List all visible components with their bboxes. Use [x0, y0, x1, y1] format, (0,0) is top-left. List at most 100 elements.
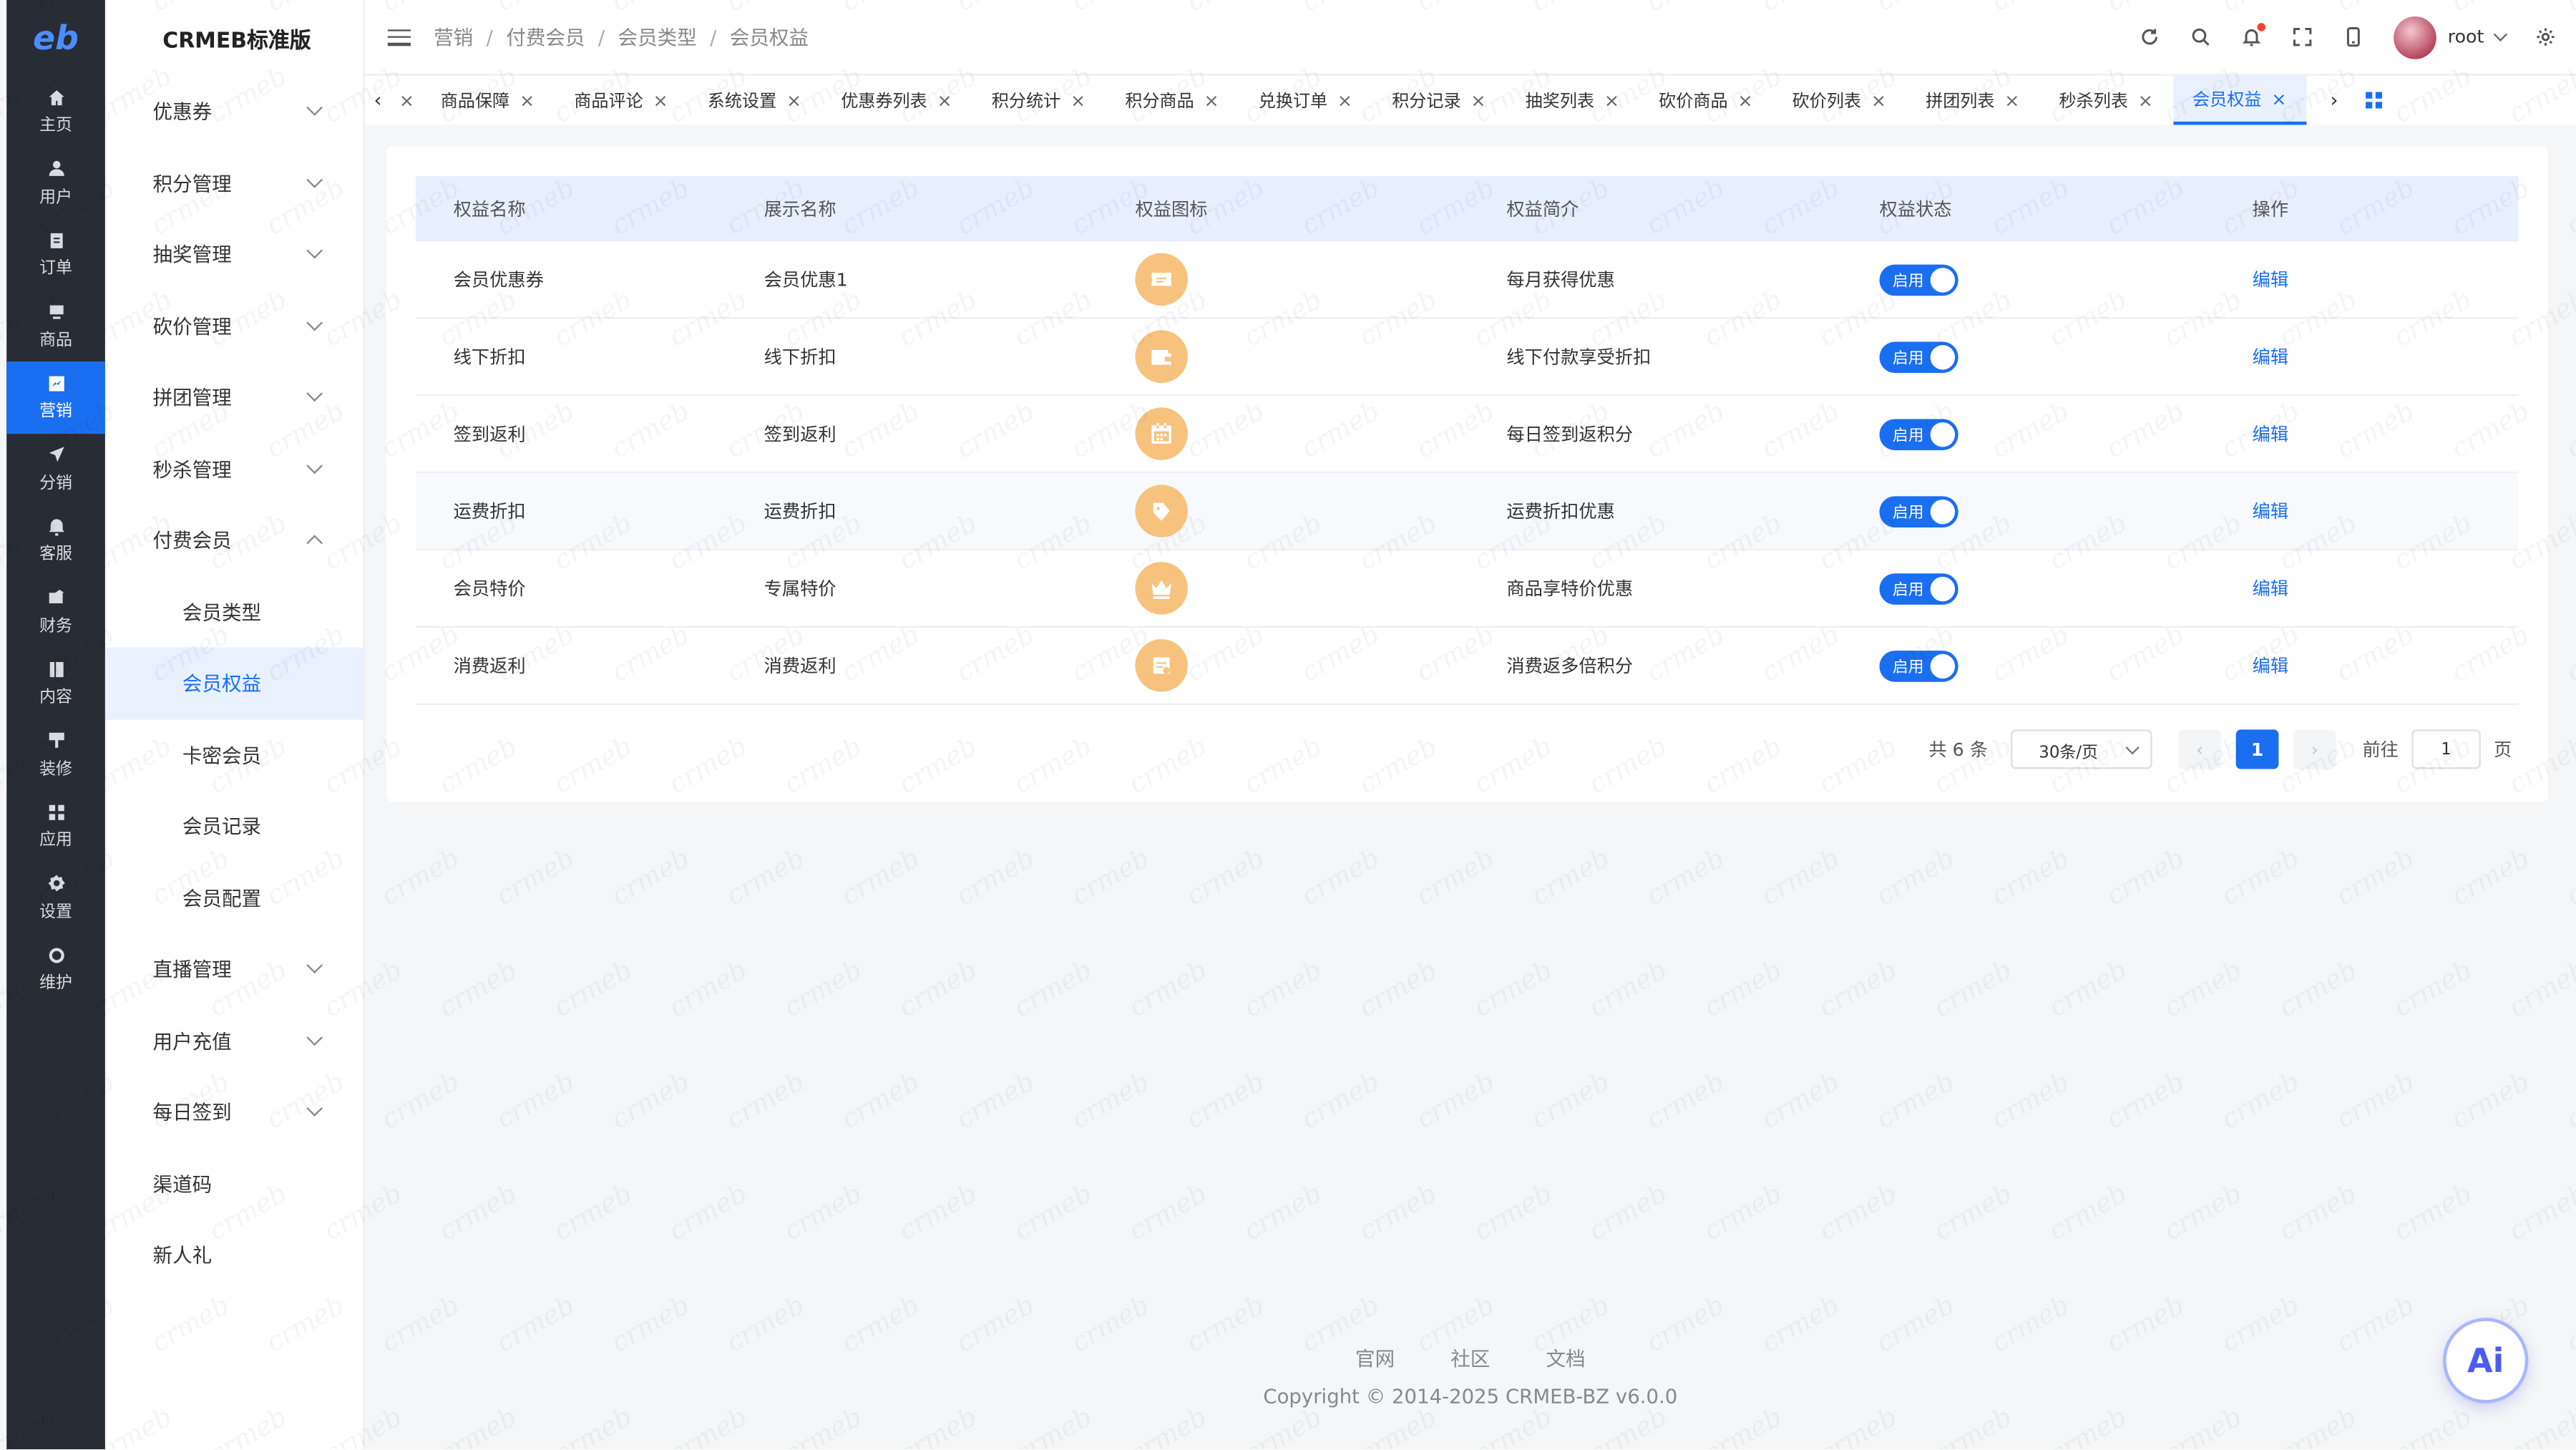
- main-nav-rail: eb 主页 用户 订单 商品 营销 分销 客服 财务 内容 装修 应用 设置 维护: [6, 0, 105, 1449]
- rail-item-distribution[interactable]: 分销: [6, 433, 105, 505]
- edit-link[interactable]: 编辑: [2253, 346, 2289, 368]
- footer-link-official[interactable]: 官网: [1355, 1344, 1395, 1372]
- submenu-item[interactable]: 用户充值: [105, 1005, 363, 1076]
- rail-item-product[interactable]: 商品: [6, 290, 105, 361]
- refresh-icon[interactable]: [2139, 26, 2162, 49]
- edit-link[interactable]: 编辑: [2253, 578, 2289, 600]
- tab[interactable]: 积分商品 ×: [1106, 76, 1239, 125]
- page-number-button[interactable]: 1: [2235, 729, 2279, 769]
- submenu-item[interactable]: 每日签到: [105, 1076, 363, 1148]
- rail-item-decorate[interactable]: 装修: [6, 719, 105, 790]
- status-toggle[interactable]: 启用: [1879, 263, 1958, 296]
- edit-link[interactable]: 编辑: [2253, 656, 2289, 677]
- rail-item-user[interactable]: 用户: [6, 147, 105, 218]
- edit-link[interactable]: 编辑: [2253, 270, 2289, 291]
- tab[interactable]: 系统设置 ×: [688, 76, 821, 125]
- submenu-item[interactable]: 卡密会员: [105, 719, 363, 790]
- gear-icon[interactable]: [2533, 26, 2556, 49]
- submenu-item[interactable]: 会员记录: [105, 790, 363, 862]
- tab[interactable]: 兑换订单 ×: [1239, 76, 1372, 125]
- breadcrumb-item[interactable]: 付费会员: [506, 23, 585, 51]
- tabs-scroll-left-icon[interactable]: ‹: [370, 89, 386, 112]
- submenu-item[interactable]: 新人礼: [105, 1220, 363, 1291]
- ai-assistant-button[interactable]: Ai: [2446, 1320, 2525, 1401]
- close-icon[interactable]: ×: [1470, 89, 1485, 111]
- close-icon[interactable]: ×: [2138, 89, 2153, 111]
- status-toggle[interactable]: 启用: [1879, 341, 1958, 373]
- tab[interactable]: 商品保障 ×: [421, 76, 554, 125]
- user-name[interactable]: root: [2448, 26, 2484, 48]
- tabs-menu-grid-icon[interactable]: [2365, 92, 2382, 109]
- rail-item-order[interactable]: 订单: [6, 218, 105, 290]
- footer-link-docs[interactable]: 文档: [1546, 1344, 1585, 1372]
- submenu-item[interactable]: 渠道码: [105, 1148, 363, 1220]
- fullscreen-icon[interactable]: [2292, 26, 2315, 49]
- submenu-item[interactable]: 会员类型: [105, 576, 363, 648]
- breadcrumb-item[interactable]: 营销: [434, 23, 473, 51]
- tab[interactable]: 抽奖列表 ×: [1506, 76, 1639, 125]
- goto-page-input[interactable]: 1: [2411, 729, 2481, 769]
- rail-item-maintain[interactable]: 维护: [6, 933, 105, 1005]
- close-icon[interactable]: ×: [1737, 89, 1752, 111]
- rail-item-marketing[interactable]: 营销: [6, 361, 105, 433]
- rail-item-apps[interactable]: 应用: [6, 790, 105, 862]
- prev-page-button[interactable]: ‹: [2178, 729, 2222, 769]
- tab[interactable]: 拼团列表 ×: [1906, 76, 2039, 125]
- rail-item-content[interactable]: 内容: [6, 648, 105, 719]
- chevron-down-icon[interactable]: [2493, 27, 2508, 42]
- mobile-preview-icon[interactable]: [2343, 26, 2366, 49]
- close-icon[interactable]: ×: [1337, 89, 1352, 111]
- rail-item-service[interactable]: 客服: [6, 505, 105, 576]
- tab[interactable]: 积分记录 ×: [1372, 76, 1506, 125]
- submenu-item[interactable]: 砍价管理: [105, 290, 363, 361]
- submenu-item[interactable]: 直播管理: [105, 933, 363, 1005]
- search-icon[interactable]: [2190, 26, 2212, 49]
- bell-icon[interactable]: [2240, 21, 2265, 49]
- close-icon[interactable]: ×: [399, 89, 414, 111]
- status-toggle[interactable]: 启用: [1879, 650, 1958, 681]
- close-icon[interactable]: ×: [1871, 89, 1886, 111]
- submenu-item[interactable]: 拼团管理: [105, 361, 363, 433]
- submenu-item[interactable]: 付费会员: [105, 505, 363, 576]
- edit-link[interactable]: 编辑: [2253, 424, 2289, 445]
- page-size-select[interactable]: 30条/页: [2011, 729, 2152, 769]
- status-toggle[interactable]: 启用: [1879, 418, 1958, 449]
- rail-item-home[interactable]: 主页: [6, 76, 105, 147]
- tab[interactable]: 优惠券列表 ×: [821, 76, 972, 125]
- tab[interactable]: 会员权益 ×: [2172, 75, 2306, 125]
- tab[interactable]: 积分统计 ×: [972, 76, 1105, 125]
- tabs-scroll-right-icon[interactable]: ›: [2326, 89, 2342, 112]
- submenu-item[interactable]: 会员权益: [104, 647, 364, 719]
- tab[interactable]: ×: [386, 76, 421, 125]
- close-icon[interactable]: ×: [1204, 89, 1219, 111]
- next-page-button[interactable]: ›: [2293, 729, 2336, 769]
- app-logo[interactable]: eb: [6, 0, 105, 76]
- close-icon[interactable]: ×: [2271, 88, 2286, 110]
- close-icon[interactable]: ×: [937, 89, 952, 111]
- close-icon[interactable]: ×: [786, 89, 801, 111]
- tab[interactable]: 秒杀列表 ×: [2039, 76, 2172, 125]
- status-toggle[interactable]: 启用: [1879, 495, 1958, 527]
- avatar[interactable]: [2393, 15, 2436, 59]
- tab[interactable]: 砍价商品 ×: [1639, 76, 1772, 125]
- submenu-item[interactable]: 会员配置: [105, 862, 363, 933]
- close-icon[interactable]: ×: [2004, 89, 2019, 111]
- close-icon[interactable]: ×: [1070, 89, 1085, 111]
- breadcrumb-item[interactable]: 会员类型: [618, 23, 697, 51]
- tab[interactable]: 砍价列表 ×: [1772, 76, 1906, 125]
- rail-item-finance[interactable]: 财务: [6, 576, 105, 648]
- submenu-item[interactable]: 积分管理: [105, 147, 363, 218]
- close-icon[interactable]: ×: [519, 89, 535, 111]
- breadcrumb-item[interactable]: 会员权益: [730, 23, 809, 51]
- submenu-item[interactable]: 秒杀管理: [105, 433, 363, 505]
- close-icon[interactable]: ×: [653, 89, 668, 111]
- footer-link-community[interactable]: 社区: [1450, 1344, 1490, 1372]
- submenu-item[interactable]: 抽奖管理: [105, 218, 363, 290]
- close-icon[interactable]: ×: [1604, 89, 1619, 111]
- rail-item-settings[interactable]: 设置: [6, 862, 105, 933]
- edit-link[interactable]: 编辑: [2253, 501, 2289, 522]
- submenu-item[interactable]: 优惠券: [105, 76, 363, 147]
- menu-toggle-icon[interactable]: [387, 29, 411, 46]
- status-toggle[interactable]: 启用: [1879, 573, 1958, 604]
- tab[interactable]: 商品评论 ×: [555, 76, 688, 125]
